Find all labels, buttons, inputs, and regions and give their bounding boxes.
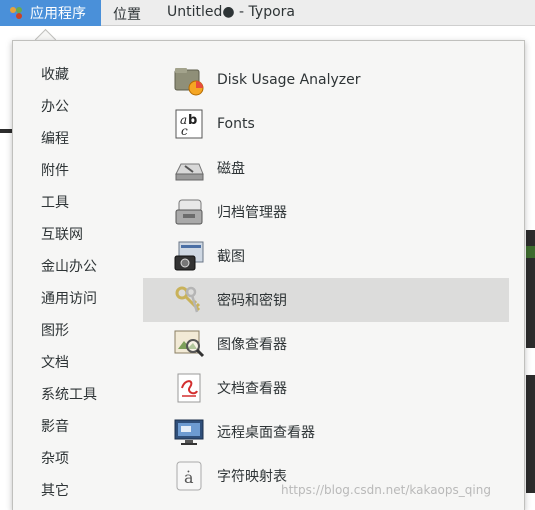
category-item[interactable]: 文档 [41,347,97,379]
category-item[interactable]: 收藏 [41,59,97,91]
app-item-remote-desktop-viewer[interactable]: 远程桌面查看器 [143,410,509,454]
disks-icon [173,152,205,184]
background-green-strip [526,246,535,258]
app-label: 远程桌面查看器 [217,425,315,441]
app-label: 截图 [217,249,245,265]
screenshot-icon [173,240,205,272]
app-label: 磁盘 [217,161,245,177]
character-map-icon: ȧ [173,460,205,492]
watermark-url: https://blog.csdn.net/kakaops_qing [281,483,491,497]
svg-text:c: c [181,124,188,138]
category-item[interactable]: 编程 [41,123,97,155]
category-item[interactable]: 金山办公 [41,251,97,283]
app-item-disk-usage-analyzer[interactable]: Disk Usage Analyzer [143,58,509,102]
category-item[interactable]: 办公 [41,91,97,123]
passwords-keys-icon [173,284,205,316]
document-viewer-icon [173,372,205,404]
category-item[interactable]: 影音 [41,411,97,443]
app-item-archive-manager[interactable]: 归档管理器 [143,190,509,234]
app-label: 文档查看器 [217,381,287,397]
app-label: 密码和密钥 [217,293,287,309]
app-item-fonts[interactable]: a b c Fonts [143,102,509,146]
app-item-image-viewer[interactable]: 图像查看器 [143,322,509,366]
background-window-edge [0,129,12,133]
svg-text:b: b [188,113,197,128]
category-item[interactable]: 杂项 [41,443,97,475]
top-panel: 应用程序 位置 Untitled● - Typora [0,0,535,26]
app-label: Fonts [217,116,255,132]
image-viewer-icon [173,328,205,360]
app-item-screenshot[interactable]: 截图 [143,234,509,278]
applications-menu-popover: 收藏 办公 编程 附件 工具 互联网 金山办公 通用访问 图形 文档 系统工具 … [12,40,525,510]
disk-usage-icon [173,64,205,96]
fonts-icon: a b c [173,108,205,140]
category-item[interactable]: 其它 [41,475,97,507]
app-item-document-viewer[interactable]: 文档查看器 [143,366,509,410]
app-label: Disk Usage Analyzer [217,72,361,88]
app-label: 字符映射表 [217,469,287,485]
svg-text:ȧ: ȧ [184,468,194,487]
category-item[interactable]: 工具 [41,187,97,219]
app-list: Disk Usage Analyzer a b c Fonts 磁盘 归档管理器… [143,58,509,498]
archive-manager-icon [173,196,205,228]
category-item[interactable]: 互联网 [41,219,97,251]
category-item[interactable]: 图形 [41,315,97,347]
applications-menu-button[interactable]: 应用程序 [0,0,101,26]
remote-desktop-icon [173,416,205,448]
app-label: 图像查看器 [217,337,287,353]
window-title[interactable]: Untitled● - Typora [167,4,295,20]
category-item[interactable]: 系统工具 [41,379,97,411]
background-dark-panel [526,375,535,493]
app-label: 归档管理器 [217,205,287,221]
category-item[interactable]: 附件 [41,155,97,187]
places-menu-button[interactable]: 位置 [113,4,141,24]
gnome-foot-icon [8,5,24,21]
app-item-passwords-and-keys[interactable]: 密码和密钥 [143,278,509,322]
category-item[interactable]: 通用访问 [41,283,97,315]
applications-menu-label: 应用程序 [30,6,86,22]
app-item-disks[interactable]: 磁盘 [143,146,509,190]
category-list: 收藏 办公 编程 附件 工具 互联网 金山办公 通用访问 图形 文档 系统工具 … [41,59,97,507]
